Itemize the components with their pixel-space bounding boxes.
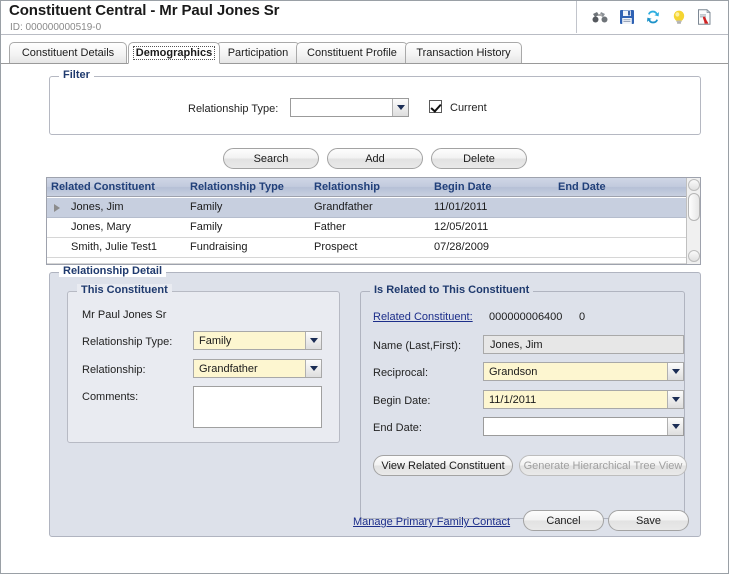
lightbulb-icon[interactable] — [670, 9, 687, 26]
chevron-down-icon[interactable] — [305, 332, 321, 349]
relationships-grid: Related Constituent Relationship Type Re… — [46, 177, 701, 265]
grid-col-end-date: End Date — [558, 181, 606, 193]
cell-relationship: Grandfather — [314, 201, 373, 213]
table-row-empty — [47, 258, 688, 264]
add-button[interactable]: Add — [327, 148, 423, 169]
reciprocal-value: Grandson — [484, 365, 667, 378]
save-icon[interactable] — [618, 9, 635, 26]
page-body: Filter Relationship Type: Current Search… — [1, 64, 728, 573]
grid-col-relationship-type: Relationship Type — [190, 181, 284, 193]
this-constituent-label: This Constituent — [77, 284, 172, 296]
tab-strip: Constituent Details Demographics Partici… — [1, 42, 728, 64]
chevron-down-icon[interactable] — [667, 418, 683, 435]
table-row[interactable]: Smith, Julie Test1 Fundraising Prospect … — [47, 238, 688, 258]
related-constituent-id: 000000006400 — [489, 311, 563, 323]
begin-date-value: 11/1/2011 — [484, 393, 667, 406]
cancel-button[interactable]: Cancel — [523, 510, 604, 531]
refresh-icon[interactable] — [644, 9, 661, 26]
grid-col-begin-date: Begin Date — [434, 181, 492, 193]
row-selector-icon — [54, 204, 60, 212]
tab-constituent-details[interactable]: Constituent Details — [9, 42, 127, 63]
grid-header-row: Related Constituent Relationship Type Re… — [47, 178, 688, 197]
filter-relationship-type-select[interactable] — [290, 98, 409, 117]
related-name-field: Jones, Jim — [483, 335, 684, 354]
cell-related-constituent: Jones, Jim — [71, 201, 124, 213]
manage-primary-family-contact-link[interactable]: Manage Primary Family Contact — [353, 516, 510, 528]
reciprocal-select[interactable]: Grandson — [483, 362, 684, 381]
is-related-group: Is Related to This Constituent Related C… — [360, 284, 687, 519]
this-relationship-value: Grandfather — [194, 362, 305, 375]
delete-button[interactable]: Delete — [431, 148, 527, 169]
cell-relationship-type: Fundraising — [190, 241, 248, 253]
end-date-label: End Date: — [373, 422, 422, 434]
table-row[interactable]: Jones, Jim Family Grandfather 11/01/2011 — [47, 198, 688, 218]
constituent-id-label: ID: 000000000519-0 — [10, 22, 102, 33]
cell-relationship-type: Family — [190, 201, 223, 213]
generate-hierarchical-tree-view-button: Generate Hierarchical Tree View — [519, 455, 687, 476]
scroll-up-button[interactable] — [688, 179, 700, 191]
related-constituent-link[interactable]: Related Constituent: — [373, 311, 473, 323]
grid-col-relationship: Relationship — [314, 181, 381, 193]
begin-date-picker[interactable]: 11/1/2011 — [483, 390, 684, 409]
tab-label: Participation — [227, 47, 289, 59]
this-relationship-type-value: Family — [194, 334, 305, 347]
grid-vertical-scrollbar[interactable] — [686, 178, 700, 264]
filter-group-label: Filter — [59, 69, 94, 81]
cell-begin-date: 07/28/2009 — [434, 241, 490, 253]
tab-label: Demographics — [132, 46, 216, 60]
tab-label: Transaction History — [416, 47, 511, 59]
cell-begin-date: 12/05/2011 — [434, 221, 489, 233]
tab-constituent-profile[interactable]: Constituent Profile — [296, 42, 408, 63]
relationship-detail-label: Relationship Detail — [59, 265, 167, 277]
this-comments-label: Comments: — [82, 391, 139, 403]
this-relationship-type-label: Relationship Type: — [82, 336, 173, 348]
end-date-picker[interactable] — [483, 417, 684, 436]
header-toolbar — [576, 1, 728, 33]
tab-transaction-history[interactable]: Transaction History — [405, 42, 522, 63]
this-relationship-label: Relationship: — [82, 364, 146, 376]
this-relationship-select[interactable]: Grandfather — [193, 359, 322, 378]
cell-related-constituent: Smith, Julie Test1 — [71, 241, 158, 253]
scrollbar-thumb[interactable] — [688, 193, 700, 221]
application-window: Constituent Central - Mr Paul Jones Sr I… — [0, 0, 729, 574]
is-related-group-label: Is Related to This Constituent — [370, 284, 534, 296]
cell-relationship-type: Family — [190, 221, 223, 233]
search-button[interactable]: Search — [223, 148, 319, 169]
grid-col-related-constituent: Related Constituent — [51, 181, 155, 193]
chevron-down-icon[interactable] — [305, 360, 321, 377]
scroll-down-button[interactable] — [688, 250, 700, 262]
page-header: Constituent Central - Mr Paul Jones Sr I… — [1, 1, 728, 35]
this-relationship-type-select[interactable]: Family — [193, 331, 322, 350]
cell-relationship: Father — [314, 221, 346, 233]
cell-begin-date: 11/01/2011 — [434, 201, 488, 213]
tab-demographics[interactable]: Demographics — [128, 42, 220, 64]
related-constituent-sequence: 0 — [579, 311, 586, 323]
filter-current-checkbox[interactable] — [429, 100, 442, 113]
view-related-constituent-button[interactable]: View Related Constituent — [373, 455, 513, 476]
this-comments-textarea[interactable] — [193, 386, 322, 428]
tab-label: Constituent Profile — [307, 47, 397, 59]
tab-label: Constituent Details — [21, 47, 115, 59]
begin-date-label: Begin Date: — [373, 395, 431, 407]
save-button[interactable]: Save — [608, 510, 689, 531]
reciprocal-label: Reciprocal: — [373, 367, 429, 379]
related-name-label: Name (Last,First): — [373, 340, 462, 352]
this-constituent-name: Mr Paul Jones Sr — [82, 309, 167, 321]
relationship-detail-group: Relationship Detail This Constituent Mr … — [49, 265, 701, 537]
binoculars-icon[interactable] — [592, 9, 609, 26]
filter-current-label: Current — [450, 102, 487, 114]
tab-participation[interactable]: Participation — [216, 42, 300, 63]
page-title: Constituent Central - Mr Paul Jones Sr — [9, 2, 280, 19]
report-icon[interactable] — [696, 9, 713, 26]
table-row[interactable]: Jones, Mary Family Father 12/05/2011 — [47, 218, 688, 238]
cell-relationship: Prospect — [314, 241, 358, 253]
cell-related-constituent: Jones, Mary — [71, 221, 131, 233]
filter-group: Filter Relationship Type: Current — [49, 69, 701, 135]
this-constituent-group: This Constituent Mr Paul Jones Sr Relati… — [67, 284, 340, 443]
chevron-down-icon[interactable] — [667, 391, 683, 408]
filter-relationship-type-label: Relationship Type: — [188, 103, 279, 115]
chevron-down-icon[interactable] — [667, 363, 683, 380]
chevron-down-icon[interactable] — [392, 99, 408, 116]
